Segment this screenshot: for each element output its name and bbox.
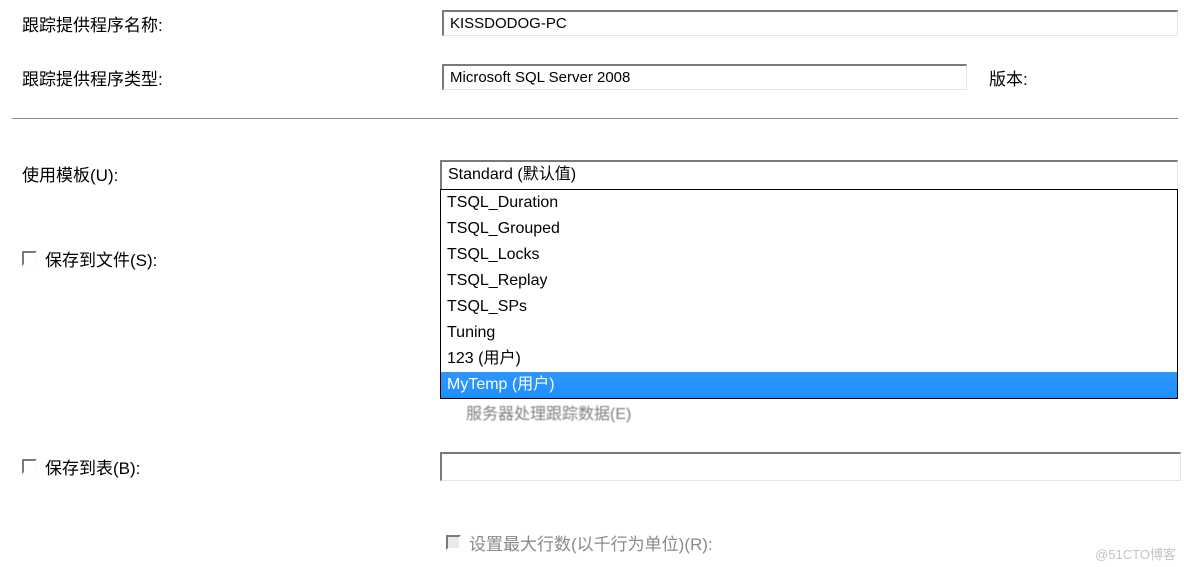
- provider-name-label: 跟踪提供程序名称:: [22, 11, 442, 36]
- dropdown-item[interactable]: TSQL_Locks: [441, 242, 1177, 268]
- save-to-table-label: 保存到表(B):: [45, 454, 140, 479]
- max-rows-checkbox-wrap: 设置最大行数(以千行为单位)(R):: [446, 530, 713, 555]
- use-template-label: 使用模板(U):: [22, 161, 440, 186]
- template-combobox[interactable]: Standard (默认值): [440, 160, 1178, 187]
- watermark: @51CTO博客: [1095, 544, 1176, 563]
- provider-type-label: 跟踪提供程序类型:: [22, 65, 442, 90]
- template-dropdown-list[interactable]: TSQL_DurationTSQL_GroupedTSQL_LocksTSQL_…: [440, 189, 1178, 399]
- max-rows-label: 设置最大行数(以千行为单位)(R):: [469, 530, 713, 555]
- max-rows-checkbox: [446, 535, 461, 550]
- save-to-table-checkbox[interactable]: [22, 459, 37, 474]
- dropdown-item[interactable]: Tuning: [441, 320, 1177, 346]
- template-selected-value: Standard (默认值): [440, 160, 1178, 190]
- dropdown-item[interactable]: TSQL_Duration: [441, 190, 1177, 216]
- save-to-table-input[interactable]: [440, 452, 1181, 481]
- save-to-file-checkbox-wrap[interactable]: 保存到文件(S):: [22, 246, 157, 271]
- dropdown-item[interactable]: TSQL_Grouped: [441, 216, 1177, 242]
- dropdown-item[interactable]: TSQL_SPs: [441, 294, 1177, 320]
- save-to-file-checkbox[interactable]: [22, 251, 37, 266]
- dropdown-item[interactable]: 123 (用户): [441, 346, 1177, 372]
- version-label: 版本:: [989, 65, 1028, 90]
- dropdown-item[interactable]: MyTemp (用户): [441, 372, 1177, 398]
- provider-name-input[interactable]: KISSDODOG-PC: [442, 10, 1178, 36]
- server-process-trace-label: 服务器处理跟踪数据(E): [466, 400, 631, 424]
- save-to-table-checkbox-wrap[interactable]: 保存到表(B):: [22, 454, 440, 479]
- provider-type-input[interactable]: Microsoft SQL Server 2008: [442, 64, 967, 90]
- save-to-file-label: 保存到文件(S):: [45, 246, 157, 271]
- dropdown-item[interactable]: TSQL_Replay: [441, 268, 1177, 294]
- divider-top: [12, 118, 1178, 120]
